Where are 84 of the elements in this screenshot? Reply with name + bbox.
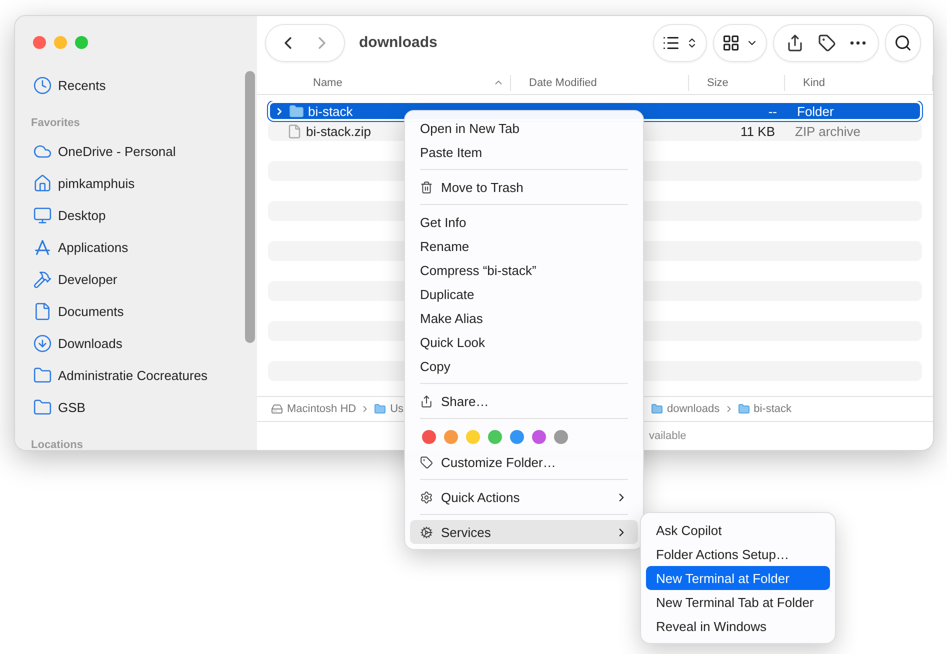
menu-item[interactable]: Quick Look <box>410 330 638 354</box>
tag-color-dot[interactable] <box>466 430 480 444</box>
updown-icon <box>686 36 698 48</box>
menu-item[interactable]: Move to Trash <box>410 175 638 199</box>
sidebar-item[interactable]: Applications <box>33 231 257 263</box>
gear-icon <box>420 490 433 504</box>
file-size: -- <box>767 104 778 118</box>
document-icon <box>33 302 52 320</box>
menu-item[interactable]: Rename <box>410 234 638 258</box>
trash-icon <box>420 180 433 194</box>
gears-icon <box>420 526 433 538</box>
column-header[interactable]: Kind <box>785 74 933 90</box>
folder-icon <box>33 398 52 416</box>
sidebar-item[interactable]: OneDrive - Personal <box>33 135 257 167</box>
tag-color-dot[interactable] <box>510 430 524 444</box>
sidebar-item[interactable]: Documents <box>33 295 257 327</box>
path-item[interactable]: Macintosh HD <box>287 403 356 415</box>
file-kind: ZIP archive <box>794 124 862 138</box>
column-header[interactable]: Size <box>689 74 785 90</box>
folder-icon <box>374 403 386 415</box>
folder-icon <box>33 366 52 384</box>
file-size: 11 KB <box>740 124 776 138</box>
tag-color-dot[interactable] <box>444 430 458 444</box>
file-name: bi-stack <box>308 104 353 118</box>
sidebar-item[interactable]: Developer <box>33 263 257 295</box>
zoom-button[interactable] <box>75 36 88 49</box>
column-header[interactable]: Name <box>257 74 511 90</box>
menu-item[interactable]: Quick Actions <box>410 485 638 509</box>
menu-item[interactable]: Duplicate <box>410 282 638 306</box>
folder-icon <box>651 403 663 415</box>
status-text: vailable <box>649 430 688 442</box>
share-icon <box>420 394 433 408</box>
menu-item[interactable]: Make Alias <box>410 306 638 330</box>
tag-icon <box>420 456 433 468</box>
scrollbar[interactable] <box>245 71 255 343</box>
hammer-icon <box>33 270 52 288</box>
monitor-icon <box>33 206 52 224</box>
file-kind: Folder <box>796 104 835 118</box>
menu-item[interactable]: Folder Actions Setup… <box>646 542 830 566</box>
folder-icon <box>289 104 304 118</box>
clock-icon <box>33 76 52 94</box>
sidebar-item[interactable]: pimkamphuis <box>33 167 257 199</box>
path-item[interactable]: downloads <box>667 403 720 415</box>
tag-color-dot[interactable] <box>554 430 568 444</box>
menu-item[interactable]: New Terminal at Folder <box>646 566 830 590</box>
menu-item[interactable]: Paste Item <box>410 140 638 164</box>
path-item[interactable]: Us <box>390 403 404 415</box>
close-button[interactable] <box>33 36 46 49</box>
more-icon <box>850 40 866 44</box>
menu-item[interactable]: Customize Folder… <box>410 450 638 474</box>
sidebar-item[interactable]: Desktop <box>33 199 257 231</box>
menu-item[interactable]: Copy <box>410 354 638 378</box>
tag-color-dot[interactable] <box>532 430 546 444</box>
download-icon <box>33 334 52 352</box>
column-header[interactable]: Date Modified <box>511 74 689 90</box>
view-button[interactable] <box>653 24 707 62</box>
path-item[interactable]: bi-stack <box>754 403 792 415</box>
sidebar-item[interactable]: Recents <box>33 69 257 101</box>
folder-icon <box>738 403 750 415</box>
menu-item[interactable]: Compress “bi-stack” <box>410 258 638 282</box>
sidebar-item[interactable]: Administratie Cocreatures <box>33 359 257 391</box>
file-name: bi-stack.zip <box>306 124 372 138</box>
menu-item[interactable]: Share… <box>410 389 638 413</box>
tag-color-dot[interactable] <box>422 430 436 444</box>
group-button[interactable] <box>713 24 767 62</box>
share-icon <box>786 34 804 52</box>
menu-item[interactable]: Ask Copilot <box>646 518 830 542</box>
menu-item[interactable]: Reveal in Windows <box>646 614 830 638</box>
grid-icon <box>722 34 740 52</box>
sidebar-item[interactable]: GSB <box>33 391 257 423</box>
tag-icon <box>818 34 836 52</box>
search-icon <box>894 34 912 52</box>
sidebar-section-title: Locations <box>31 439 84 450</box>
tag-color-dot[interactable] <box>488 430 502 444</box>
house-icon <box>33 174 52 192</box>
file-icon <box>287 124 302 138</box>
window-title: downloads <box>359 34 438 51</box>
menu-item[interactable]: Open in New Tab <box>410 116 638 140</box>
sidebar-item[interactable]: Downloads <box>33 327 257 359</box>
search-button[interactable] <box>885 24 921 62</box>
menu-item[interactable]: Get Info <box>410 210 638 234</box>
menu-item[interactable]: New Terminal Tab at Folder <box>646 590 830 614</box>
sidebar-section-title: Favorites <box>31 117 81 129</box>
menu-item[interactable]: Services <box>410 520 638 544</box>
